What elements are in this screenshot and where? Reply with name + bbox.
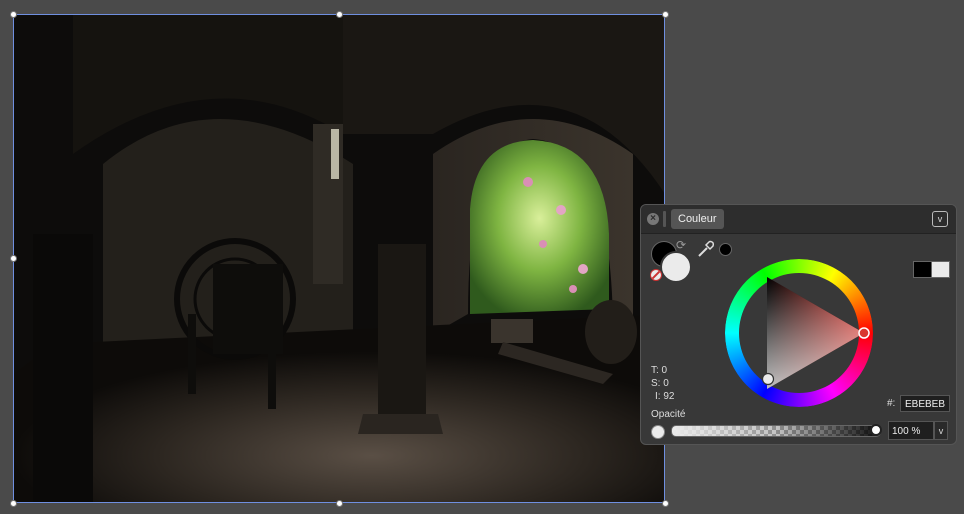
saturation-handle (761, 372, 775, 386)
resize-handle-bottom-left[interactable] (10, 500, 17, 507)
swap-icon[interactable]: ⟳ (676, 238, 686, 252)
resize-handle-top-right[interactable] (662, 11, 669, 18)
opacity-preview-swatch (651, 425, 665, 439)
resize-handle-bottom-center[interactable] (336, 500, 343, 507)
panel-header: × Couleur v (641, 205, 956, 234)
chevron-down-icon[interactable]: v (932, 211, 948, 227)
color-panel: × Couleur v ⟳ T: 0 S: 0 I: 92 #: EBEBEB … (640, 204, 957, 445)
current-color-swatch[interactable] (931, 261, 950, 278)
color-wheel[interactable] (725, 259, 873, 407)
resize-handle-top-left[interactable] (10, 11, 17, 18)
opacity-slider-knob[interactable] (870, 424, 882, 436)
resize-handle-middle-left[interactable] (10, 255, 17, 262)
resize-handle-bottom-right[interactable] (662, 500, 669, 507)
tab-color[interactable]: Couleur (671, 209, 724, 229)
eyedropper-icon[interactable] (696, 239, 716, 264)
fill-color-well[interactable] (660, 251, 692, 283)
opacity-label: Opacité (651, 409, 686, 420)
hue-readout: T: 0 (651, 365, 668, 376)
hex-label: #: (887, 398, 896, 409)
photo-illustration (13, 14, 665, 503)
resize-handle-top-center[interactable] (336, 11, 343, 18)
saturation-readout: S: 0 (651, 378, 669, 389)
intensity-readout: I: 92 (655, 391, 675, 402)
close-icon[interactable]: × (647, 213, 659, 225)
hex-input[interactable]: EBEBEB (900, 395, 950, 412)
previous-color-swatch[interactable] (913, 261, 932, 278)
drag-grip[interactable] (663, 211, 666, 227)
document-canvas-image[interactable] (13, 14, 665, 503)
opacity-slider[interactable] (671, 425, 881, 437)
opacity-dropdown-chevron-icon[interactable]: v (934, 421, 948, 440)
hue-handle (858, 327, 870, 339)
opacity-input[interactable]: 100 % (888, 421, 934, 440)
picked-color-swatch[interactable] (719, 243, 732, 256)
no-color-icon[interactable] (650, 269, 662, 281)
